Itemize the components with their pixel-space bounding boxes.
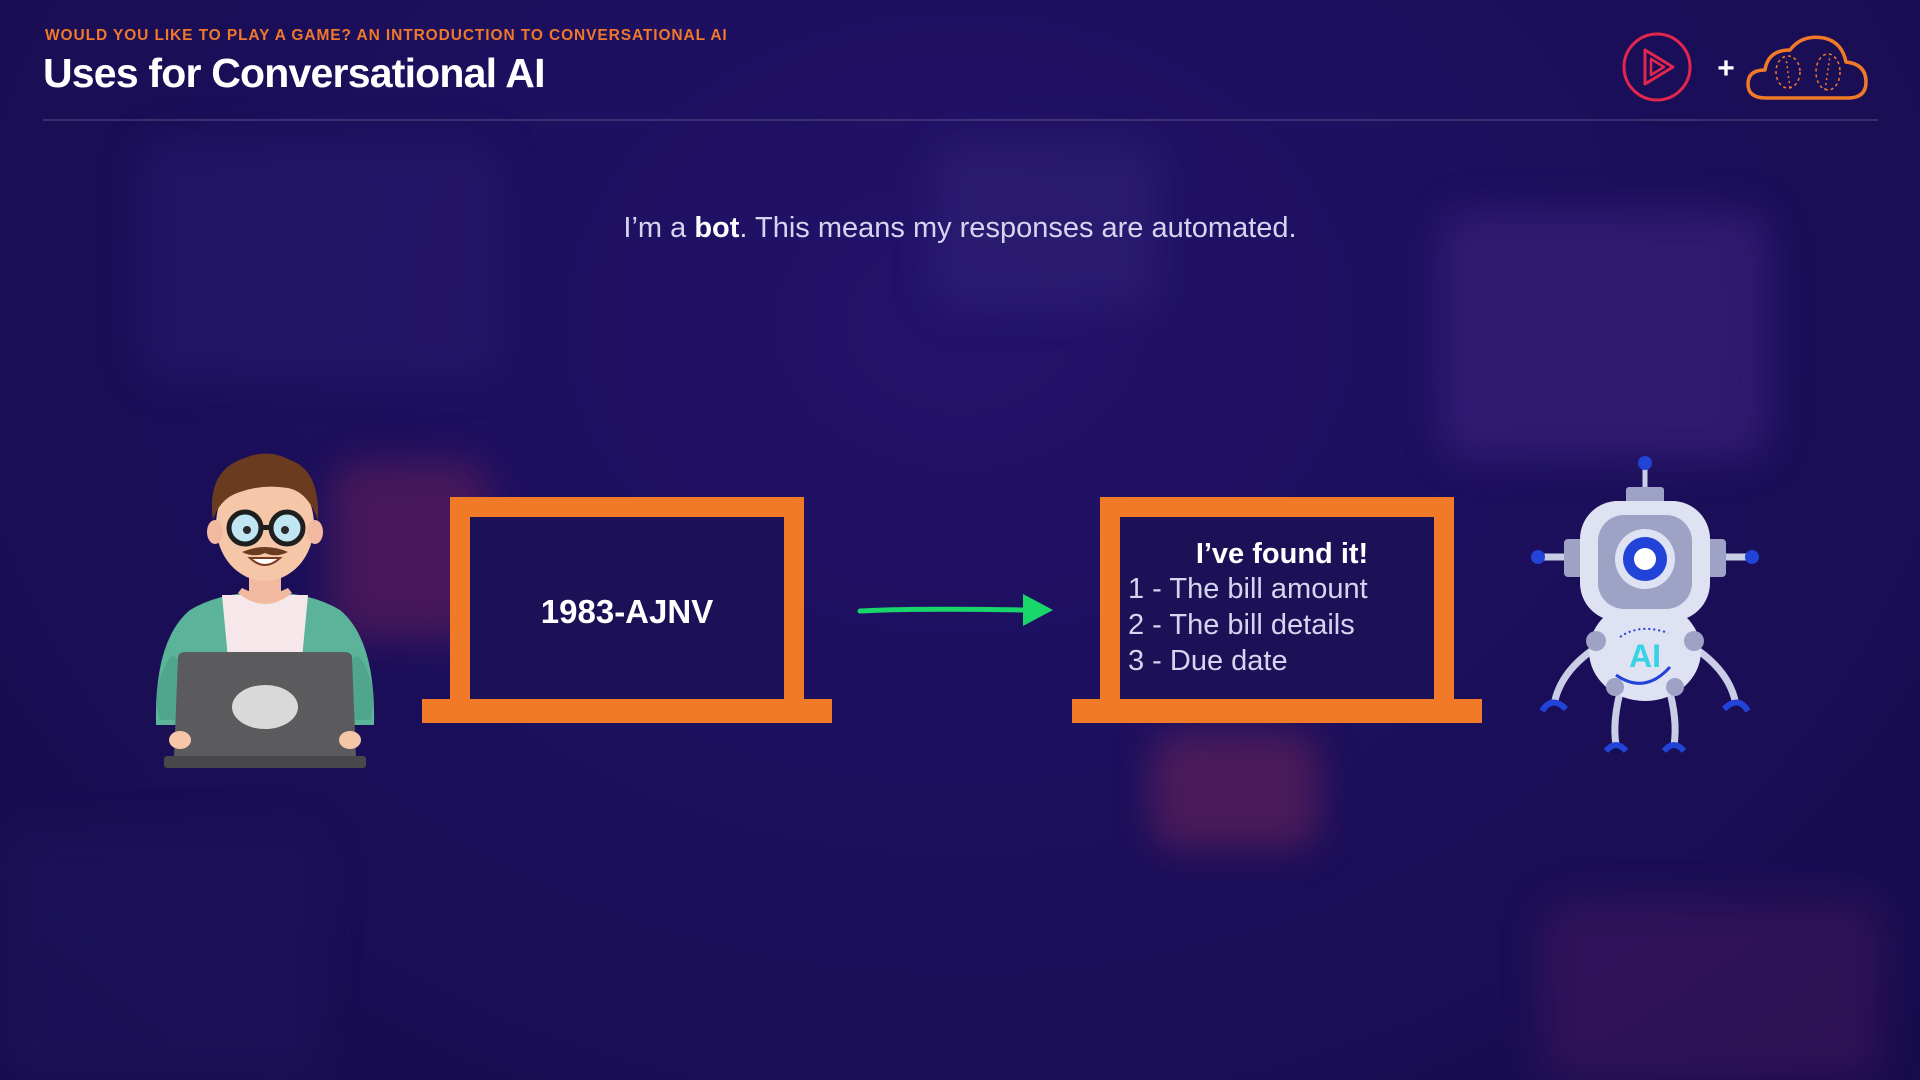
bot-laptop-base [1072, 699, 1482, 723]
robot-illustration: AI [1530, 455, 1760, 770]
course-subtitle: WOULD YOU LIKE TO PLAY A GAME? AN INTROD… [45, 27, 728, 44]
arrow-icon [855, 590, 1055, 635]
background-tile [0, 830, 320, 1080]
background-tile [1540, 900, 1880, 1080]
response-item: 1 - The bill amount [1128, 573, 1368, 605]
background-tile [1440, 210, 1770, 460]
arrow-svg [857, 594, 1053, 626]
response-item: 3 - Due date [1128, 645, 1288, 677]
background-tile [140, 140, 500, 380]
brand-logos-svg: + [1622, 32, 1868, 102]
bot-caption: I’m a bot. This means my responses are a… [0, 212, 1920, 245]
person-illustration [150, 440, 380, 790]
response-item: 2 - The bill details [1128, 609, 1355, 641]
caption-bold-word: bot [694, 212, 740, 244]
plus-sign: + [1717, 52, 1735, 85]
robot-svg: AI [1531, 456, 1759, 754]
cloud-logo-icon [1746, 35, 1868, 100]
account-code: 1983-AJNV [540, 593, 714, 630]
background-tile [1150, 730, 1320, 850]
user-laptop-base [422, 699, 832, 723]
bot-response: I’ve found it! 1 - The bill amount 2 - T… [1120, 517, 1434, 679]
bot-laptop-screen: I’ve found it! 1 - The bill amount 2 - T… [1100, 497, 1454, 707]
header-divider [43, 119, 1878, 121]
user-laptop-screen: 1983-AJNV [450, 497, 804, 707]
caption-prefix: I’m a [623, 212, 695, 244]
caption-suffix: . This means my responses are automated. [739, 212, 1297, 244]
person-svg [155, 453, 375, 768]
response-title: I’ve found it! [1195, 538, 1369, 570]
robot-chest-label: AI [1629, 638, 1661, 674]
play-logo-icon [1622, 32, 1692, 102]
page-title: Uses for Conversational AI [43, 50, 546, 96]
brand-logos: + [1620, 28, 1880, 108]
